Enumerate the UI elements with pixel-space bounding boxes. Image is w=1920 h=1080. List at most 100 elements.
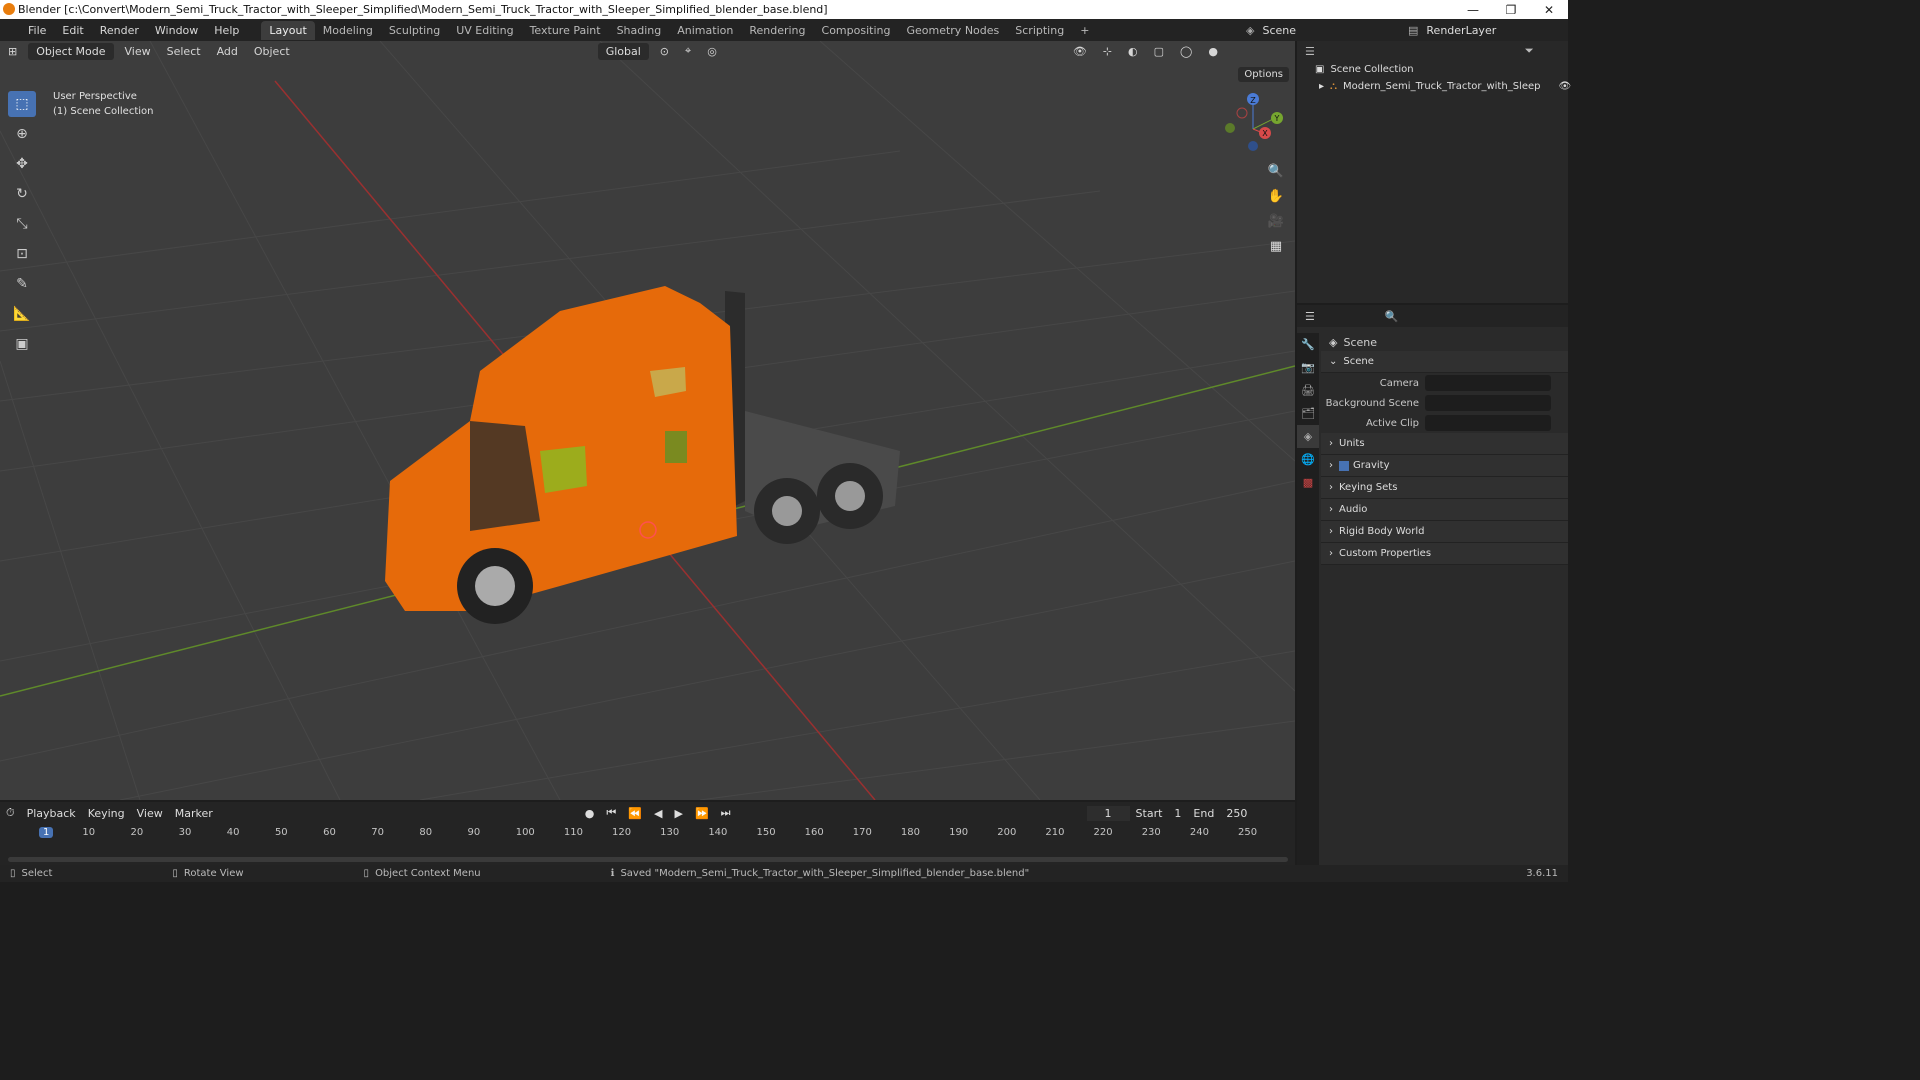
viewport-menu-add[interactable]: Add: [209, 45, 246, 58]
measure-tool[interactable]: 📐: [8, 301, 36, 327]
tab-layout[interactable]: Layout: [261, 20, 315, 40]
start-frame-field[interactable]: 1: [1168, 807, 1187, 820]
camera-input[interactable]: [1425, 375, 1551, 391]
panel-units[interactable]: › Units: [1321, 433, 1568, 455]
next-keyframe-icon[interactable]: ⏩: [689, 807, 715, 820]
tab-rendering[interactable]: Rendering: [741, 21, 813, 40]
jump-end-icon[interactable]: ⏭: [715, 806, 737, 820]
xray-icon[interactable]: ▢: [1146, 45, 1172, 58]
mouse-left-icon: ▯: [10, 868, 16, 879]
timeline-scrollbar[interactable]: [8, 857, 1288, 862]
current-frame-field[interactable]: 1: [1086, 805, 1130, 821]
properties-type-icon[interactable]: ☰: [1305, 310, 1315, 323]
properties-search-icon[interactable]: 🔍: [1385, 310, 1399, 323]
annotate-tool[interactable]: ✎: [8, 271, 36, 297]
viewport-menu-select[interactable]: Select: [159, 45, 209, 58]
visibility-icon[interactable]: 👁: [1065, 45, 1095, 58]
add-workspace-icon[interactable]: +: [1072, 21, 1097, 40]
tab-geometry-nodes[interactable]: Geometry Nodes: [898, 21, 1007, 40]
3d-viewport[interactable]: Z Y X ⊞ Object Mode View Select Add Obje…: [0, 41, 1295, 800]
timeline-menu-marker[interactable]: Marker: [169, 807, 219, 820]
expand-arrow-icon[interactable]: ▸: [1319, 81, 1324, 92]
menu-help[interactable]: Help: [206, 24, 247, 37]
start-label: Start: [1135, 806, 1163, 820]
transform-tool[interactable]: ⊡: [8, 241, 36, 267]
panel-gravity[interactable]: › Gravity: [1321, 455, 1568, 477]
scene-selector[interactable]: ◈ Scene: [1246, 21, 1406, 39]
cursor-tool[interactable]: ⊕: [8, 121, 36, 147]
jump-start-icon[interactable]: ⏮: [600, 806, 622, 820]
panel-rigid-body-world[interactable]: › Rigid Body World: [1321, 521, 1568, 543]
view-layer-tab-icon[interactable]: 🗂: [1297, 402, 1319, 425]
editor-type-icon[interactable]: ⊞: [0, 45, 25, 58]
transform-orientation-dropdown[interactable]: Global: [597, 42, 649, 60]
background-scene-input[interactable]: [1425, 395, 1551, 411]
play-reverse-icon[interactable]: ◀: [648, 807, 668, 820]
pivot-icon[interactable]: ⊙: [652, 45, 677, 58]
eye-icon[interactable]: 👁: [1558, 81, 1571, 92]
shading-wireframe-icon[interactable]: ◯: [1172, 45, 1200, 58]
viewport-menu-object[interactable]: Object: [246, 45, 298, 58]
close-button[interactable]: ✕: [1530, 0, 1568, 19]
menu-render[interactable]: Render: [92, 24, 147, 37]
frame-ruler[interactable]: 1 10 20 30 40 50 60 70 80 90 100 110 120 130 140 150 160…: [0, 825, 1295, 843]
ortho-toggle-icon[interactable]: ▦: [1264, 234, 1288, 258]
view-layer-selector[interactable]: ▤ RenderLayer: [1408, 21, 1568, 39]
tab-texture-paint[interactable]: Texture Paint: [522, 21, 609, 40]
menu-window[interactable]: Window: [147, 24, 206, 37]
end-frame-field[interactable]: 250: [1220, 807, 1253, 820]
tab-sculpting[interactable]: Sculpting: [381, 21, 448, 40]
gizmo-toggle-icon[interactable]: ⊹: [1095, 45, 1120, 58]
keyframe-record-icon[interactable]: ●: [579, 807, 601, 820]
texture-tab-icon[interactable]: ▩: [1297, 471, 1319, 494]
move-tool[interactable]: ✥: [8, 151, 36, 177]
tab-animation[interactable]: Animation: [669, 21, 741, 40]
viewport-menu-view[interactable]: View: [117, 45, 159, 58]
world-tab-icon[interactable]: 🌐: [1297, 448, 1319, 471]
maximize-button[interactable]: ❐: [1492, 0, 1530, 19]
tab-scripting[interactable]: Scripting: [1007, 21, 1072, 40]
tab-modeling[interactable]: Modeling: [315, 21, 381, 40]
play-icon[interactable]: ▶: [668, 807, 688, 820]
select-box-tool[interactable]: ⬚: [8, 91, 36, 117]
panel-audio[interactable]: › Audio: [1321, 499, 1568, 521]
outliner-filter-icon[interactable]: ⏷: [1525, 44, 1534, 58]
panel-custom-properties[interactable]: › Custom Properties: [1321, 543, 1568, 565]
camera-view-icon[interactable]: 🎥: [1264, 209, 1288, 233]
mode-dropdown[interactable]: Object Mode: [28, 42, 114, 60]
scene-tab-icon[interactable]: ◈: [1297, 425, 1319, 448]
panel-keying-sets[interactable]: › Keying Sets: [1321, 477, 1568, 499]
timeline-menu-playback[interactable]: Playback: [21, 807, 82, 820]
pan-hand-icon[interactable]: ✋: [1264, 184, 1288, 208]
add-cube-tool[interactable]: ▣: [8, 331, 36, 357]
outliner-type-icon[interactable]: ☰: [1305, 45, 1315, 58]
frame-tick: 70: [371, 827, 384, 838]
timeline-menu-view[interactable]: View: [131, 807, 169, 820]
active-clip-input[interactable]: [1425, 415, 1551, 431]
tab-shading[interactable]: Shading: [609, 21, 670, 40]
proportional-edit-icon[interactable]: ◎: [699, 45, 725, 58]
status-rotate: Rotate View: [183, 868, 244, 879]
menu-file[interactable]: File: [20, 24, 54, 37]
scale-tool[interactable]: ⤡: [8, 211, 36, 237]
options-button[interactable]: Options: [1238, 67, 1289, 82]
zoom-icon[interactable]: 🔍: [1264, 159, 1288, 183]
outliner-row-truck[interactable]: ▸ ⛬ Modern_Semi_Truck_Tractor_with_Sleep…: [1297, 78, 1571, 95]
minimize-button[interactable]: —: [1454, 0, 1492, 19]
snap-icon[interactable]: ⌖: [677, 44, 699, 58]
output-tab-icon[interactable]: 🖨: [1297, 379, 1319, 402]
tool-tab-icon[interactable]: 🔧: [1297, 333, 1319, 356]
overlay-toggle-icon[interactable]: ◐: [1120, 45, 1146, 58]
panel-scene[interactable]: ⌄ Scene: [1321, 351, 1568, 373]
tab-uv-editing[interactable]: UV Editing: [448, 21, 521, 40]
menu-edit[interactable]: Edit: [54, 24, 91, 37]
render-tab-icon[interactable]: 📷: [1297, 356, 1319, 379]
timeline-editor-icon[interactable]: ⏱: [0, 806, 21, 820]
tab-compositing[interactable]: Compositing: [814, 21, 899, 40]
prev-keyframe-icon[interactable]: ⏪: [622, 807, 648, 820]
outliner-row-scene-collection[interactable]: ▣ Scene Collection: [1297, 61, 1568, 78]
rotate-tool[interactable]: ↻: [8, 181, 36, 207]
timeline-menu-keying[interactable]: Keying: [82, 807, 131, 820]
gravity-checkbox[interactable]: [1339, 460, 1349, 471]
shading-solid-icon[interactable]: ●: [1200, 45, 1226, 58]
